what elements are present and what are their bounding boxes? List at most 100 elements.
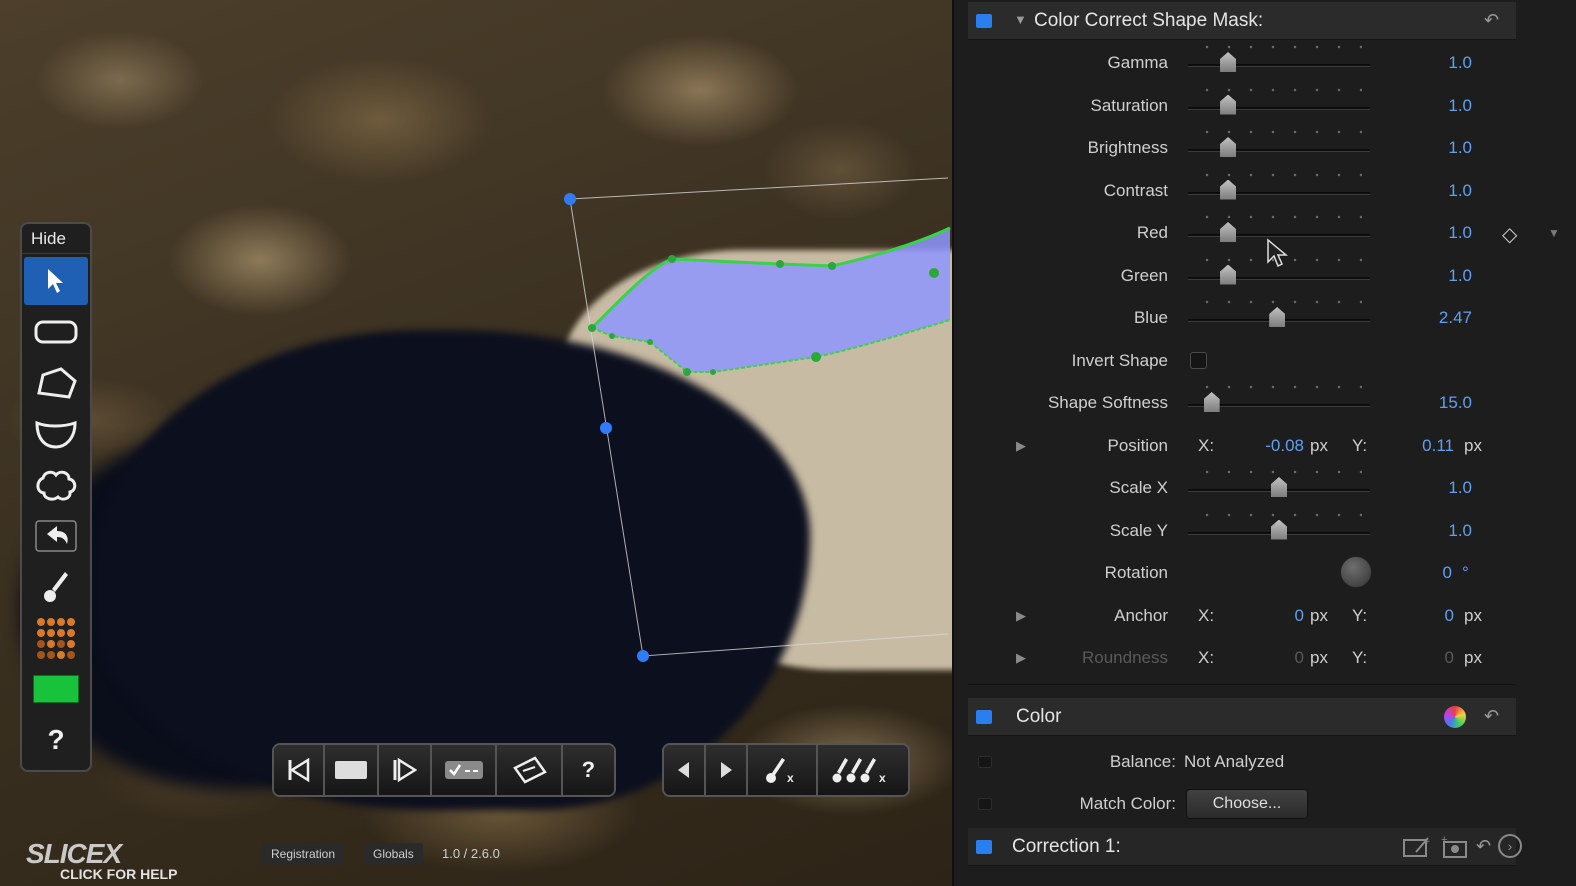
green-slider-knob[interactable]	[1220, 264, 1237, 285]
position-y-unit: px	[1464, 435, 1482, 455]
rotation-value[interactable]: 0	[1388, 563, 1452, 583]
color-reset-icon[interactable]: ↶	[1484, 706, 1499, 727]
rectangle-tool-button[interactable]	[24, 308, 88, 356]
match-color-checkbox[interactable]	[978, 798, 992, 810]
rotation-label: Rotation	[1104, 563, 1168, 582]
correction-header[interactable]: Correction 1: + + ↶ ›	[968, 828, 1522, 866]
shape-mask-enable-checkbox[interactable]	[976, 14, 992, 28]
bezier-tool-button[interactable]	[24, 410, 88, 458]
previous-point-button[interactable]	[664, 745, 706, 795]
rotation-dial[interactable]	[1340, 556, 1372, 588]
blue-value[interactable]: 2.47	[1408, 308, 1472, 328]
color-header[interactable]: Color ↶	[968, 698, 1516, 736]
anchor-x-label: X:	[1198, 605, 1215, 625]
scale-x-slider[interactable]	[1188, 467, 1370, 509]
right-arrow-icon	[721, 762, 732, 778]
shape-softness-slider-knob[interactable]	[1203, 392, 1220, 412]
balance-checkbox[interactable]	[978, 756, 992, 768]
cloud-shape-icon	[33, 468, 79, 502]
contrast-slider-knob[interactable]	[1220, 179, 1237, 200]
contrast-value[interactable]: 1.0	[1408, 181, 1472, 201]
previous-frame-button[interactable]	[274, 745, 326, 795]
brightness-slider-knob[interactable]	[1220, 137, 1237, 157]
tool-palette: Hide ?	[20, 222, 92, 772]
red-value[interactable]: 1.0	[1408, 223, 1472, 243]
svg-text:x: x	[787, 771, 794, 785]
red-slider-knob[interactable]	[1220, 222, 1237, 242]
roundness-y-value[interactable]: 0	[1386, 648, 1454, 668]
shape-softness-slider[interactable]	[1188, 382, 1370, 424]
scale-x-slider-knob[interactable]	[1271, 477, 1287, 497]
clear-brush-button[interactable]: x	[748, 745, 818, 795]
add-keyframe-diamond-icon[interactable]: ◇	[1502, 222, 1524, 246]
polygon-tool-button[interactable]	[24, 359, 88, 407]
correction-reset-icon[interactable]: ↶	[1476, 836, 1491, 857]
blue-slider-knob[interactable]	[1269, 307, 1286, 327]
dot-grid-icon	[33, 616, 79, 660]
anchor-disclosure-icon[interactable]: ▶	[1016, 608, 1026, 624]
scale-x-value[interactable]: 1.0	[1408, 478, 1472, 498]
help-tool-button[interactable]: ?	[24, 716, 88, 764]
globals-button[interactable]: Globals	[364, 843, 423, 865]
anchor-x-unit: px	[1310, 605, 1328, 625]
keyframe-menu-chevron-icon[interactable]: ▼	[1548, 226, 1560, 240]
brush-x-icon: x	[766, 758, 794, 785]
position-x-value[interactable]: -0.08	[1230, 436, 1304, 456]
clear-all-brushes-button[interactable]: x	[818, 745, 908, 795]
position-disclosure-icon[interactable]: ▶	[1016, 438, 1026, 454]
shape-softness-row: Shape Softness 15.0	[968, 382, 1516, 424]
checkmark-toggle-button[interactable]	[432, 745, 498, 795]
tilted-square-icon	[513, 756, 547, 784]
green-value[interactable]: 1.0	[1408, 266, 1472, 286]
hide-palette-button[interactable]: Hide	[22, 224, 90, 254]
shape-mask-header[interactable]: ▼ Color Correct Shape Mask: ↶	[968, 2, 1516, 40]
paint-brush-tool-button[interactable]	[24, 563, 88, 611]
scale-y-slider[interactable]	[1188, 510, 1370, 552]
saturation-slider-knob[interactable]	[1220, 94, 1237, 115]
freeform-tool-button[interactable]	[24, 461, 88, 509]
balance-label: Balance:	[1109, 752, 1176, 771]
roundness-disclosure-icon[interactable]: ▶	[1016, 650, 1026, 666]
anchor-x-value[interactable]: 0	[1230, 606, 1304, 626]
choose-button[interactable]: Choose...	[1186, 789, 1308, 819]
click-for-help-link[interactable]: CLICK FOR HELP	[60, 866, 177, 882]
add-color-mask-icon[interactable]: +	[1440, 834, 1472, 865]
saturation-slider[interactable]	[1188, 85, 1370, 127]
dot-grid-tool-button[interactable]	[24, 614, 88, 662]
saturation-value[interactable]: 1.0	[1408, 96, 1472, 116]
add-shape-mask-icon[interactable]: +	[1402, 834, 1432, 865]
transform-mode-button[interactable]	[497, 745, 563, 795]
brightness-value[interactable]: 1.0	[1408, 138, 1472, 158]
roundness-x-value[interactable]: 0	[1230, 648, 1304, 668]
contrast-slider[interactable]	[1188, 170, 1370, 212]
stop-button[interactable]	[325, 745, 379, 795]
position-label: Position	[1107, 435, 1168, 455]
brightness-slider[interactable]	[1188, 127, 1370, 169]
color-wheel-icon[interactable]	[1444, 706, 1466, 728]
blue-slider[interactable]	[1188, 297, 1370, 339]
collapse-triangle-icon[interactable]: ▼	[1014, 12, 1027, 27]
transport-help-button[interactable]: ?	[562, 745, 614, 795]
reset-arrow-icon[interactable]: ↶	[1484, 10, 1499, 31]
undo-tool-button[interactable]	[24, 512, 88, 560]
correction-enable-checkbox[interactable]	[976, 840, 992, 854]
position-row: ▶ Position X: -0.08 px Y: 0.11 px	[968, 425, 1516, 467]
next-frame-button[interactable]	[378, 745, 433, 795]
video-viewer[interactable]: Hide ? ? x x SLICEX CLICK FOR HELP Regis…	[0, 0, 952, 886]
roundness-x-label: X:	[1198, 648, 1215, 667]
correction-options-icon[interactable]: ›	[1498, 834, 1522, 858]
color-swatch-button[interactable]	[24, 665, 88, 713]
select-tool-button[interactable]	[24, 257, 88, 305]
position-y-value[interactable]: 0.11	[1386, 436, 1454, 456]
gamma-slider-knob[interactable]	[1220, 52, 1237, 72]
scale-y-value[interactable]: 1.0	[1408, 521, 1472, 541]
gamma-value[interactable]: 1.0	[1408, 53, 1472, 73]
color-enable-checkbox[interactable]	[976, 710, 992, 724]
gamma-slider[interactable]	[1188, 42, 1370, 84]
scale-y-slider-knob[interactable]	[1271, 519, 1287, 540]
invert-shape-checkbox[interactable]	[1190, 351, 1207, 369]
next-point-button[interactable]	[706, 745, 748, 795]
registration-button[interactable]: Registration	[262, 843, 345, 865]
anchor-y-value[interactable]: 0	[1386, 606, 1454, 626]
shape-softness-value[interactable]: 15.0	[1408, 393, 1472, 413]
